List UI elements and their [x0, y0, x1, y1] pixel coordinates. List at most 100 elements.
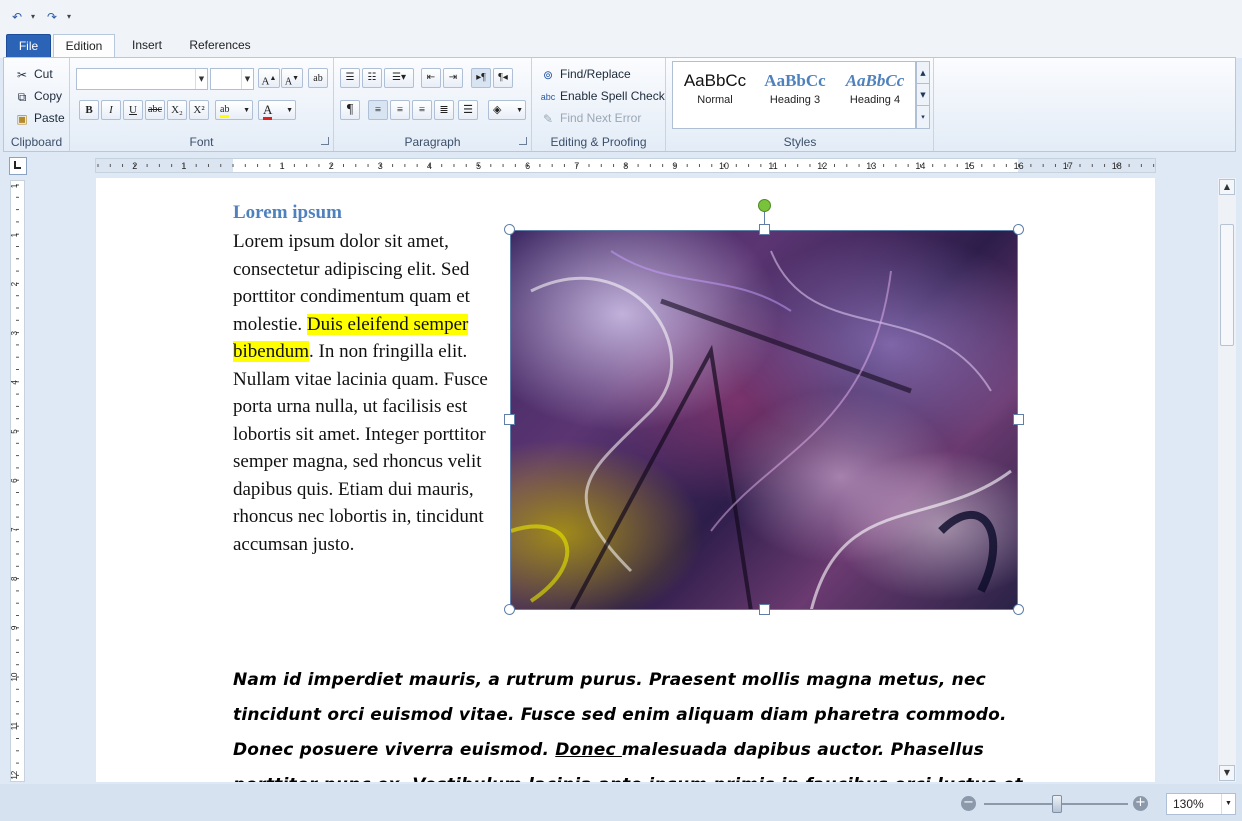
clear-formatting-button[interactable]: ab [308, 68, 328, 88]
eraser-icon: ab [313, 73, 323, 84]
tab-file[interactable]: File [6, 34, 51, 58]
find-next-error-button[interactable]: ✎ Find Next Error [540, 110, 641, 127]
customize-qat-icon[interactable]: ▾ [67, 9, 71, 25]
underline-button[interactable]: U [123, 100, 143, 120]
ruler-number: 6 [11, 478, 19, 483]
subscript-button[interactable]: X₂ [167, 100, 187, 120]
document-paragraph-1[interactable]: Lorem ipsum dolor sit amet, consectetur … [233, 228, 503, 558]
ruler-number: 3 [378, 161, 383, 171]
show-formatting-button[interactable]: ¶ [340, 100, 360, 120]
copy-icon: ⧉ [17, 89, 27, 104]
resize-handle-s[interactable] [759, 604, 770, 615]
resize-handle-w[interactable] [504, 414, 515, 425]
clipboard-group-label: Clipboard [10, 135, 63, 149]
gallery-more-icon[interactable]: ▾ [917, 106, 929, 128]
ltr-icon[interactable]: ▸¶ [471, 68, 491, 88]
bullets-icon[interactable]: ☰ [340, 68, 360, 88]
resize-handle-n[interactable] [759, 224, 770, 235]
style-heading-4[interactable]: AaBbCc Heading 4 [835, 68, 915, 106]
shrink-font-button[interactable]: A▼ [281, 68, 303, 88]
styles-gallery-scroll[interactable]: ▲ ▼ ▾ [916, 61, 930, 129]
ruler-number: 9 [11, 625, 19, 630]
zoom-slider-thumb[interactable] [1052, 795, 1062, 813]
scroll-down-icon[interactable]: ▼ [1219, 765, 1235, 781]
highlight-color-button[interactable]: ab ▼ [215, 100, 253, 120]
style-normal[interactable]: AaBbCc Normal [675, 68, 755, 106]
chevron-down-icon: ▼ [243, 106, 250, 114]
chevron-down-icon[interactable]: ▼ [1221, 794, 1235, 814]
style-heading-3[interactable]: AaBbCc Heading 3 [755, 68, 835, 106]
chevron-down-icon: ▼ [286, 106, 293, 114]
align-right-icon[interactable]: ≡ [412, 100, 432, 120]
ruler-number: 12 [817, 161, 827, 171]
resize-handle-sw[interactable] [504, 604, 515, 615]
undo-dropdown-icon[interactable]: ▾ [31, 9, 35, 25]
numbering-icon[interactable]: ☷ [362, 68, 382, 88]
bold-button[interactable]: B [79, 100, 99, 120]
zoom-out-icon[interactable]: − [961, 796, 976, 811]
font-color-button[interactable]: A ▼ [258, 100, 296, 120]
chevron-down-icon[interactable]: ▼ [195, 69, 207, 89]
ruler-number: 14 [915, 161, 925, 171]
find-replace-button[interactable]: ⊚ Find/Replace [540, 66, 631, 83]
ruler-number: 16 [1014, 161, 1024, 171]
copy-button[interactable]: ⧉ Copy [14, 88, 62, 105]
horizontal-ruler-ticks: 2 1 1 2 3 4 5 6 7 8 9 10 11 12 13 14 15 16 17 18 [96, 159, 1155, 172]
redo-icon[interactable]: ↷ [47, 9, 57, 25]
chevron-down-icon: ▼ [516, 106, 523, 114]
ruler-number: 4 [427, 161, 432, 171]
italic-button[interactable]: I [101, 100, 121, 120]
grow-font-button[interactable]: A▲ [258, 68, 280, 88]
resize-handle-nw[interactable] [504, 224, 515, 235]
resize-handle-e[interactable] [1013, 414, 1024, 425]
zoom-level-combo[interactable]: 130% ▼ [1166, 793, 1236, 815]
paste-button[interactable]: ▣ Paste [14, 110, 64, 127]
tab-stop-selector[interactable] [9, 157, 27, 175]
rotate-handle[interactable] [758, 199, 771, 212]
font-size-combo[interactable]: ▼ [210, 68, 254, 90]
vertical-ruler-ticks: 1123456789101112 [11, 183, 19, 780]
resize-handle-se[interactable] [1013, 604, 1024, 615]
strikethrough-button[interactable]: abc [145, 100, 165, 120]
chevron-down-icon[interactable]: ▼ [917, 84, 929, 106]
ruler-number: 3 [11, 331, 19, 336]
tab-insert[interactable]: Insert [122, 34, 172, 58]
line-spacing-icon[interactable]: ☰ [458, 100, 478, 120]
align-center-icon[interactable]: ≡ [390, 100, 410, 120]
scroll-up-icon[interactable]: ▲ [1219, 179, 1235, 195]
increase-indent-icon[interactable]: ⇥ [443, 68, 463, 88]
horizontal-ruler[interactable]: 2 1 1 2 3 4 5 6 7 8 9 10 11 12 13 14 15 16 17 18 [95, 158, 1156, 173]
superscript-button[interactable]: X² [189, 100, 209, 120]
ruler-number: 15 [964, 161, 974, 171]
justify-icon[interactable]: ≣ [434, 100, 454, 120]
multilevel-list-icon[interactable]: ☰▾ [384, 68, 414, 88]
tab-references[interactable]: References [180, 34, 260, 58]
shading-button[interactable]: ◈ ▼ [488, 100, 526, 120]
scrollbar-thumb[interactable] [1220, 224, 1234, 346]
tab-edition[interactable]: Edition [53, 34, 115, 58]
ruler-number: 2 [132, 161, 137, 171]
vertical-scrollbar[interactable]: ▲ ▼ [1218, 178, 1236, 782]
zoom-in-icon[interactable]: + [1133, 796, 1148, 811]
selected-picture[interactable] [510, 230, 1018, 610]
vertical-ruler[interactable]: 1123456789101112 [10, 180, 25, 782]
paragraph-group-label: Paragraph [404, 135, 461, 149]
document-heading[interactable]: Lorem ipsum [233, 202, 342, 224]
align-left-icon[interactable]: ≡ [368, 100, 388, 120]
chevron-up-icon[interactable]: ▲ [917, 62, 929, 84]
resize-handle-ne[interactable] [1013, 224, 1024, 235]
enable-spell-check-button[interactable]: abc Enable Spell Check [540, 88, 665, 105]
ribbon-tab-bar: File Edition Insert References [0, 32, 1242, 58]
decrease-indent-icon[interactable]: ⇤ [421, 68, 441, 88]
document-paragraph-2[interactable]: Nam id imperdiet mauris, a rutrum purus.… [233, 663, 1033, 782]
ruler-number: 5 [11, 429, 19, 434]
undo-icon[interactable]: ↶ [12, 9, 22, 25]
cut-button[interactable]: ✂ Cut [14, 66, 53, 83]
rtl-icon[interactable]: ¶◂ [493, 68, 513, 88]
chevron-down-icon[interactable]: ▼ [241, 69, 253, 89]
font-name-combo[interactable]: ▼ [76, 68, 208, 90]
underlined-text: Donec [555, 740, 622, 760]
paint-bucket-icon: ◈ [493, 104, 502, 116]
left-tab-icon [14, 161, 21, 169]
document-page[interactable]: Lorem ipsum Lorem ipsum dolor sit amet, … [96, 178, 1155, 782]
